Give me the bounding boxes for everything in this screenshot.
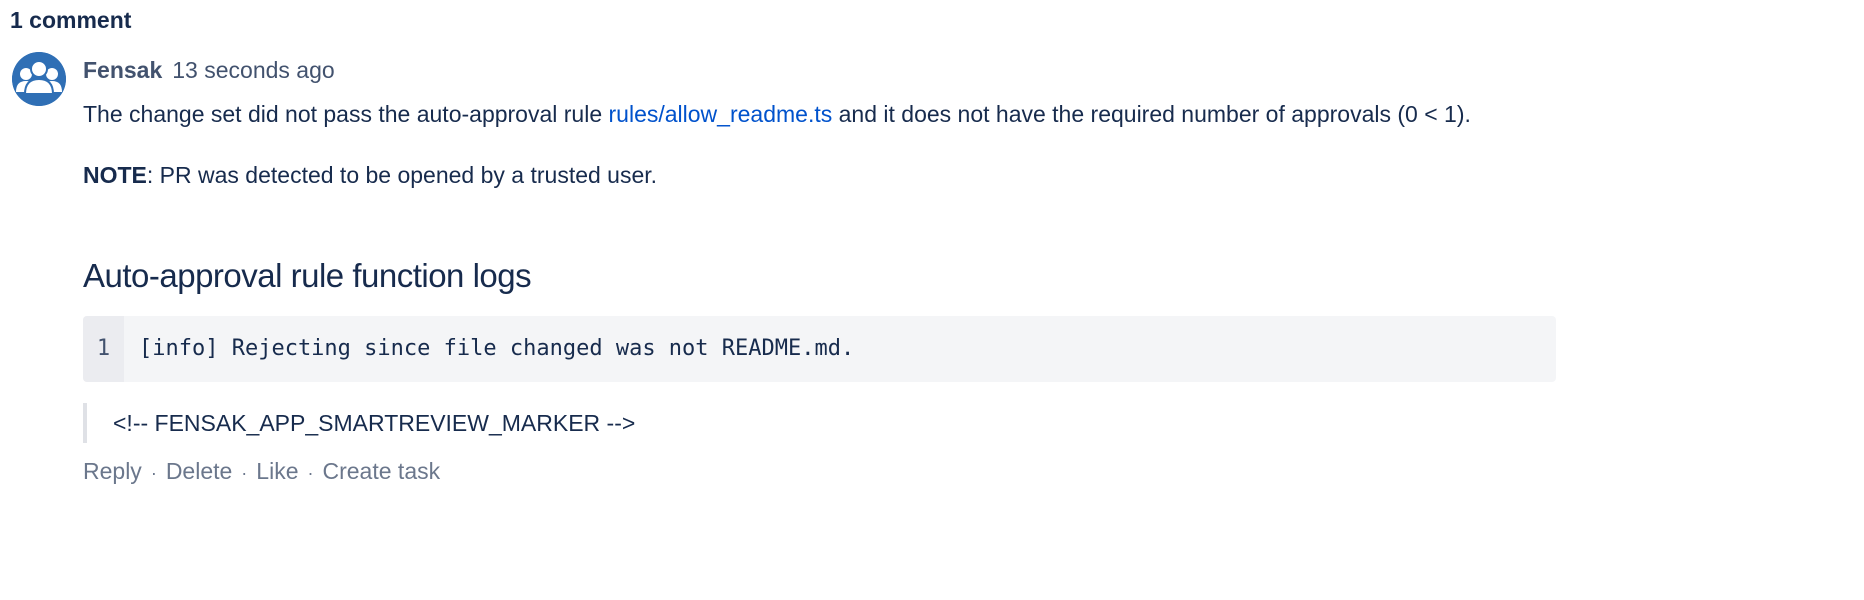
action-separator: · xyxy=(241,463,248,483)
note-text: : PR was detected to be opened by a trus… xyxy=(146,162,658,188)
delete-action[interactable]: Delete xyxy=(166,458,232,484)
code-line-number: 1 xyxy=(83,316,124,382)
reply-action[interactable]: Reply xyxy=(83,458,142,484)
like-action[interactable]: Like xyxy=(256,458,298,484)
comment-paragraph-note: NOTE: PR was detected to be opened by a … xyxy=(83,159,657,191)
logs-heading: Auto-approval rule function logs xyxy=(83,257,532,294)
comment-meta: Fensak 13 seconds ago xyxy=(83,55,335,85)
comment-paragraph-status: The change set did not pass the auto-app… xyxy=(83,98,1471,130)
comment-author[interactable]: Fensak xyxy=(83,57,162,83)
marker-blockquote: <!-- FENSAK_APP_SMARTREVIEW_MARKER --> xyxy=(83,403,635,443)
status-text-after: and it does not have the required number… xyxy=(832,101,1471,127)
rule-file-link[interactable]: rules/allow_readme.ts xyxy=(609,101,833,127)
comment-timestamp[interactable]: 13 seconds ago xyxy=(172,57,334,83)
code-block: 1 [info] Rejecting since file changed wa… xyxy=(83,316,1556,382)
comment-count: 1 comment xyxy=(10,7,132,33)
code-line-text: [info] Rejecting since file changed was … xyxy=(139,336,855,361)
action-separator: · xyxy=(307,463,314,483)
comment-actions: Reply · Delete · Like · Create task xyxy=(83,455,440,489)
status-text-before: The change set did not pass the auto-app… xyxy=(83,101,609,127)
action-separator: · xyxy=(150,463,157,483)
group-avatar-icon[interactable] xyxy=(12,52,66,106)
create-task-action[interactable]: Create task xyxy=(323,458,441,484)
note-label: NOTE xyxy=(83,162,147,188)
